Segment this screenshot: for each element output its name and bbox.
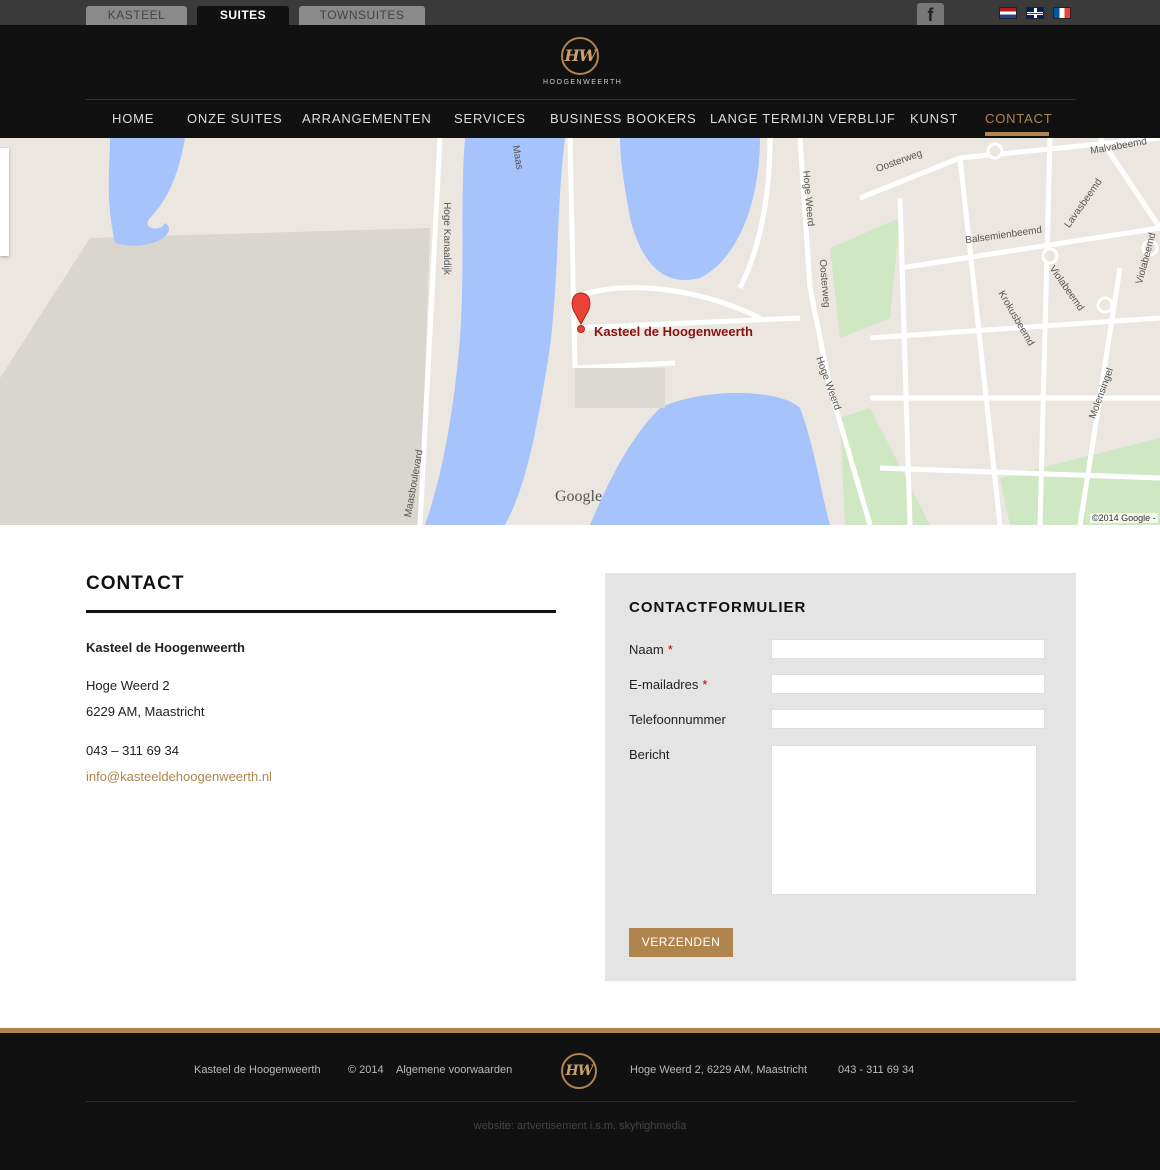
flag-fr-icon[interactable] <box>1053 7 1071 19</box>
telefoon-input[interactable] <box>771 709 1045 729</box>
nav-onze-suites[interactable]: ONZE SUITES <box>187 111 282 126</box>
contact-city: 6229 AM, Maastricht <box>86 704 205 719</box>
top-bar: KASTEEL SUITES TOWNSUITES f <box>0 0 1160 25</box>
map-canvas <box>0 138 1160 525</box>
footer-divider <box>86 1101 1076 1102</box>
tab-kasteel[interactable]: KASTEEL <box>86 6 187 25</box>
contact-email-link[interactable]: info@kasteeldehoogenweerth.nl <box>86 769 272 784</box>
map-parking <box>575 368 665 408</box>
footer-phone: 043 - 311 69 34 <box>838 1064 915 1076</box>
label-telefoon: Telefoonnummer <box>629 712 726 727</box>
flag-en-icon[interactable] <box>1026 7 1044 19</box>
contact-divider <box>86 610 556 613</box>
contact-title: CONTACT <box>86 573 185 594</box>
map-water <box>590 393 830 525</box>
contact-name: Kasteel de Hoogenweerth <box>86 640 245 655</box>
nav-services[interactable]: SERVICES <box>454 111 526 126</box>
nav-active-indicator <box>985 132 1049 136</box>
footer-name: Kasteel de Hoogenweerth <box>194 1064 321 1076</box>
map[interactable]: Maas Hoge Kanaaldijk Maasboulevard Hoge … <box>0 138 1160 525</box>
form-title: CONTACTFORMULIER <box>629 599 807 616</box>
logo-mark: HW <box>561 37 599 75</box>
nav-home[interactable]: HOME <box>112 111 154 126</box>
contact-phone: 043 – 311 69 34 <box>86 743 180 758</box>
label-email: E-mailadres * <box>629 677 708 692</box>
nav-contact[interactable]: CONTACT <box>985 111 1052 126</box>
label-naam: Naam * <box>629 642 673 657</box>
footer-terms-link[interactable]: Algemene voorwaarden <box>396 1064 512 1076</box>
flag-nl-icon[interactable] <box>999 7 1017 19</box>
nav-lange-termijn-verblijf[interactable]: LANGE TERMIJN VERBLIJF <box>710 111 896 126</box>
map-marker-label[interactable]: Kasteel de Hoogenweerth <box>594 324 753 339</box>
naam-input[interactable] <box>771 639 1045 659</box>
nav-business-bookers[interactable]: BUSINESS BOOKERS <box>550 111 696 126</box>
nav-arrangementen[interactable]: ARRANGEMENTEN <box>302 111 432 126</box>
tab-townsuites[interactable]: TOWNSUITES <box>299 6 425 25</box>
map-water <box>108 138 185 246</box>
footer-address: Hoge Weerd 2, 6229 AM, Maastricht <box>630 1064 808 1076</box>
logo[interactable]: HW HOOGENWEERTH <box>543 37 623 86</box>
map-copyright: ©2014 Google - <box>1090 513 1158 523</box>
map-green-area <box>830 218 900 338</box>
tab-suites[interactable]: SUITES <box>197 6 289 25</box>
email-input[interactable] <box>771 674 1045 694</box>
map-water <box>425 138 565 525</box>
nav-kunst[interactable]: KUNST <box>910 111 958 126</box>
map-zoom-control[interactable] <box>0 148 9 256</box>
facebook-icon[interactable]: f <box>917 3 944 25</box>
label-bericht: Bericht <box>629 747 670 762</box>
footer-credit-link[interactable]: website: artvertisement i.s.m. skyhighme… <box>0 1120 1160 1132</box>
logo-name: HOOGENWEERTH <box>543 79 623 86</box>
footer-copyright: © 2014 <box>348 1064 384 1076</box>
main-nav: HOME ONZE SUITES ARRANGEMENTEN SERVICES … <box>86 100 1076 138</box>
footer-logo[interactable]: HW <box>561 1053 597 1089</box>
submit-button[interactable]: VERZENDEN <box>629 928 733 957</box>
header: HW HOOGENWEERTH HOME ONZE SUITES ARRANGE… <box>0 25 1160 138</box>
map-industrial-area <box>0 228 430 525</box>
footer: Kasteel de Hoogenweerth © 2014 Algemene … <box>0 1033 1160 1170</box>
bericht-textarea[interactable] <box>771 745 1037 895</box>
contact-street: Hoge Weerd 2 <box>86 678 170 693</box>
map-label-hoge-kanaaldijk: Hoge Kanaaldijk <box>440 202 452 275</box>
contact-form: CONTACTFORMULIER Naam * E-mailadres * Tele… <box>605 573 1076 981</box>
map-water <box>620 138 760 280</box>
google-logo[interactable]: Google <box>555 488 602 506</box>
